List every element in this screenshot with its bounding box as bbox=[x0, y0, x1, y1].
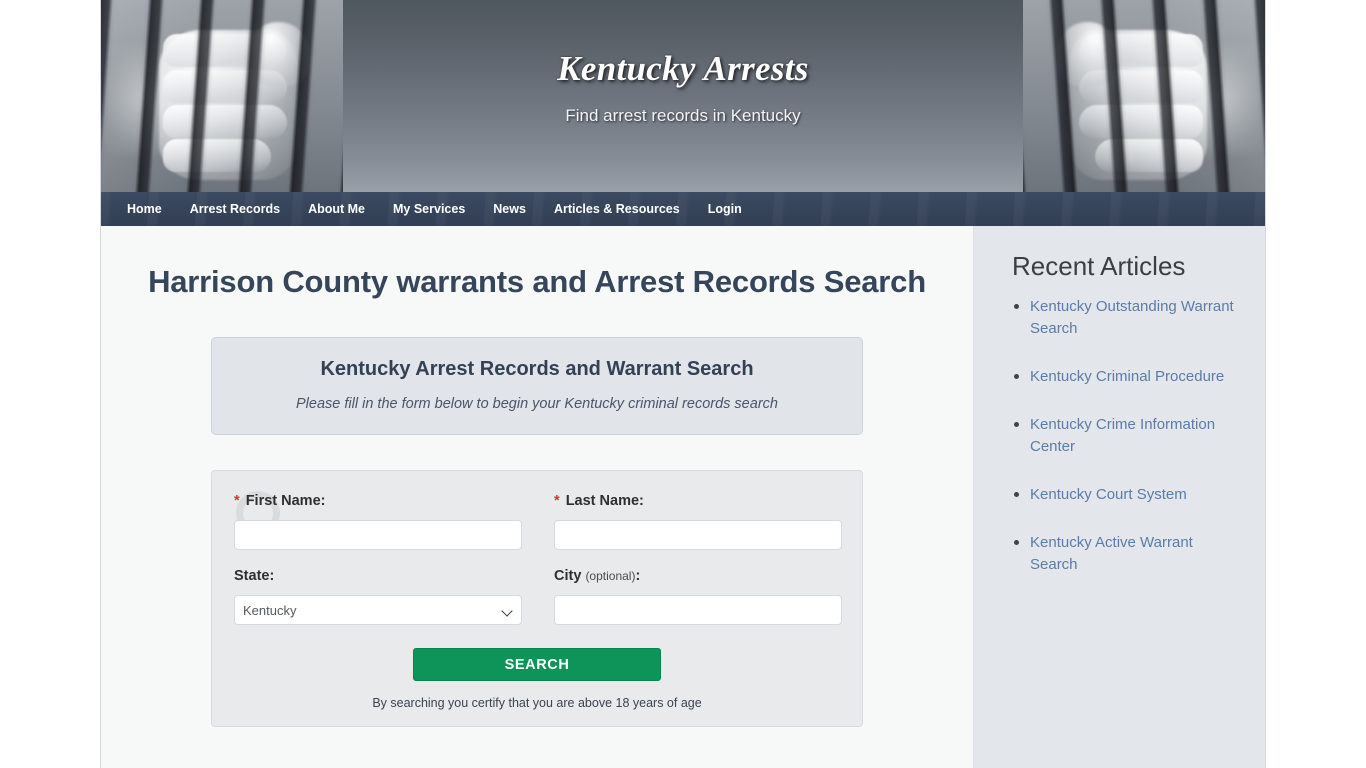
callout-arrow bbox=[522, 434, 552, 450]
nav-item-articles-resources[interactable]: Articles & Resources bbox=[540, 192, 694, 226]
article-link-court-system[interactable]: Kentucky Court System bbox=[1030, 486, 1187, 503]
field-group-city: City (optional): bbox=[554, 566, 842, 625]
callout-title: Kentucky Arrest Records and Warrant Sear… bbox=[320, 358, 754, 380]
city-optional-text: (optional) bbox=[585, 569, 636, 583]
main-navigation: Home Arrest Records About Me My Services… bbox=[101, 192, 1265, 226]
list-item: Kentucky Active Warrant Search bbox=[1012, 532, 1235, 576]
field-group-state: State: Kentucky bbox=[234, 566, 522, 625]
field-group-first-name: * First Name: bbox=[234, 491, 522, 550]
page-title: Harrison County warrants and Arrest Reco… bbox=[148, 264, 926, 299]
search-button[interactable]: SEARCH bbox=[413, 648, 661, 681]
last-name-label: * Last Name: bbox=[554, 491, 842, 511]
sidebar-title: Recent Articles bbox=[1012, 251, 1186, 281]
city-label: City (optional): bbox=[554, 566, 842, 586]
state-label: State: bbox=[234, 568, 275, 584]
recent-articles-list: Kentucky Outstanding Warrant Search Kent… bbox=[1012, 296, 1235, 576]
field-group-last-name: * Last Name: bbox=[554, 491, 842, 550]
list-item: Kentucky Court System bbox=[1012, 484, 1235, 506]
city-label-text: City bbox=[554, 568, 582, 584]
sidebar: Recent Articles Kentucky Outstanding War… bbox=[973, 226, 1265, 768]
body-area: Harrison County warrants and Arrest Reco… bbox=[101, 226, 1265, 768]
site-tagline: Find arrest records in Kentucky bbox=[565, 106, 801, 125]
nav-item-about-me[interactable]: About Me bbox=[294, 192, 379, 226]
article-link-criminal-procedure[interactable]: Kentucky Criminal Procedure bbox=[1030, 368, 1224, 385]
city-input[interactable] bbox=[554, 595, 842, 625]
article-link-active-warrant-search[interactable]: Kentucky Active Warrant Search bbox=[1030, 534, 1193, 573]
state-select-wrapper: Kentucky bbox=[234, 595, 522, 625]
header-text-block: Kentucky Arrests Find arrest records in … bbox=[101, 0, 1265, 192]
submit-area: SEARCH bbox=[234, 648, 840, 681]
site-header-banner: Kentucky Arrests Find arrest records in … bbox=[101, 0, 1265, 192]
first-name-input[interactable] bbox=[234, 520, 522, 550]
required-asterisk: * bbox=[554, 493, 560, 509]
city-label-suffix: : bbox=[635, 568, 641, 584]
nav-item-login[interactable]: Login bbox=[694, 192, 756, 226]
site-container: Kentucky Arrests Find arrest records in … bbox=[100, 0, 1266, 768]
article-link-crime-information-center[interactable]: Kentucky Crime Information Center bbox=[1030, 416, 1215, 455]
list-item: Kentucky Criminal Procedure bbox=[1012, 366, 1235, 388]
list-item: Kentucky Crime Information Center bbox=[1012, 414, 1235, 458]
nav-item-home[interactable]: Home bbox=[113, 192, 176, 226]
page-root: Kentucky Arrests Find arrest records in … bbox=[0, 0, 1366, 768]
state-select[interactable]: Kentucky bbox=[234, 595, 522, 625]
form-row-location: State: Kentucky City (optional): bbox=[234, 566, 842, 625]
nav-item-news[interactable]: News bbox=[479, 192, 540, 226]
nav-item-my-services[interactable]: My Services bbox=[379, 192, 479, 226]
required-asterisk: * bbox=[234, 493, 240, 509]
arrest-record-search-form: * First Name: * Last Name: State: Kentuc… bbox=[211, 470, 863, 727]
article-link-outstanding-warrant-search[interactable]: Kentucky Outstanding Warrant Search bbox=[1030, 298, 1234, 337]
last-name-input[interactable] bbox=[554, 520, 842, 550]
main-content: Harrison County warrants and Arrest Reco… bbox=[101, 226, 973, 768]
age-certification-note: By searching you certify that you are ab… bbox=[372, 696, 702, 710]
form-row-names: * First Name: * Last Name: bbox=[234, 491, 842, 550]
search-callout: Kentucky Arrest Records and Warrant Sear… bbox=[211, 337, 863, 435]
callout-box: Kentucky Arrest Records and Warrant Sear… bbox=[211, 337, 863, 435]
first-name-label: * First Name: bbox=[234, 491, 522, 511]
first-name-label-text: First Name: bbox=[245, 493, 326, 509]
last-name-label-text: Last Name: bbox=[565, 493, 644, 509]
nav-item-arrest-records[interactable]: Arrest Records bbox=[176, 192, 294, 226]
callout-subtitle: Please fill in the form below to begin y… bbox=[296, 396, 778, 412]
site-title: Kentucky Arrests bbox=[557, 49, 809, 88]
list-item: Kentucky Outstanding Warrant Search bbox=[1012, 296, 1235, 340]
